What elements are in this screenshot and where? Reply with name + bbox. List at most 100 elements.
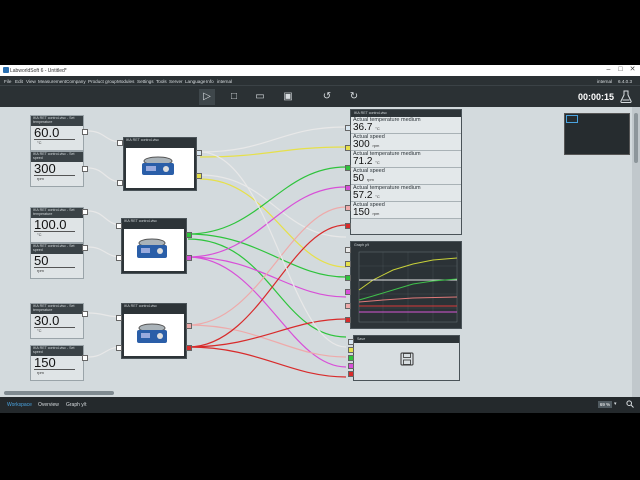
device-node-3[interactable]: IKA RET control-visc — [121, 303, 187, 359]
menu-company[interactable]: Company — [66, 79, 86, 84]
minimap[interactable] — [564, 113, 630, 155]
input-port[interactable] — [345, 145, 351, 151]
input-port[interactable] — [345, 125, 351, 131]
menu-file[interactable]: File — [4, 79, 11, 84]
output-port[interactable] — [82, 245, 88, 251]
workspace-canvas[interactable]: IKA RET control-visc - Set temperature 6… — [0, 107, 632, 397]
set-value[interactable]: 300 — [31, 162, 83, 175]
redo-button[interactable]: ↻ — [346, 89, 362, 105]
input-port[interactable] — [345, 165, 351, 171]
menu-view[interactable]: View — [26, 79, 36, 84]
input-port[interactable] — [117, 140, 123, 146]
flask-icon[interactable] — [620, 90, 632, 103]
set-temperature-node-2[interactable]: IKA RET control-visc - Set temperature 1… — [30, 207, 84, 243]
output-port[interactable] — [196, 173, 202, 179]
input-port[interactable] — [345, 185, 351, 191]
vertical-scrollbar[interactable] — [632, 107, 640, 397]
measurement-panel[interactable]: IKA RET control-visc Actual temperature … — [350, 109, 462, 235]
measurement-row: Actual temperature medium 36.7 °C — [351, 117, 461, 134]
set-temperature-node-1[interactable]: IKA RET control-visc - Set temperature 6… — [30, 115, 84, 151]
save-panel[interactable]: Save — [353, 335, 460, 381]
device-node-2[interactable]: IKA RET control-visc — [121, 218, 187, 274]
measurement-value: 300 — [353, 139, 370, 150]
output-port[interactable] — [186, 345, 192, 351]
node-title: IKA RET control-visc — [124, 304, 157, 308]
measurement-value: 57.2 — [353, 190, 373, 201]
set-value[interactable]: 150 — [31, 356, 83, 369]
output-port[interactable] — [196, 150, 202, 156]
output-port[interactable] — [82, 355, 88, 361]
output-port[interactable] — [186, 323, 192, 329]
menu-language[interactable]: Language — [185, 79, 205, 84]
input-port[interactable] — [116, 223, 122, 229]
input-port[interactable] — [345, 303, 351, 309]
floppy-disk-icon[interactable] — [400, 352, 414, 366]
input-port[interactable] — [116, 255, 122, 261]
measurement-unit: °C — [375, 160, 380, 165]
minimize-icon[interactable]: – — [604, 66, 613, 74]
play-button[interactable]: ▷ — [199, 89, 215, 105]
input-port[interactable] — [345, 261, 351, 267]
menu-measurement[interactable]: Measurement — [38, 79, 66, 84]
tab-workspace[interactable]: Workspace — [7, 402, 32, 408]
input-port[interactable] — [348, 363, 354, 369]
hotplate-stirrer-image — [124, 314, 184, 356]
menu-product-group[interactable]: Product group — [88, 79, 117, 84]
input-port[interactable] — [116, 315, 122, 321]
menu-settings[interactable]: Settings — [137, 79, 154, 84]
output-port[interactable] — [82, 129, 88, 135]
set-value[interactable]: 30.0 — [31, 314, 83, 327]
undo-button[interactable]: ↺ — [319, 89, 335, 105]
input-port[interactable] — [117, 180, 123, 186]
menu-info[interactable]: Info — [206, 79, 214, 84]
close-icon[interactable]: ✕ — [628, 66, 637, 74]
menu-tools[interactable]: Tools — [156, 79, 167, 84]
toolbar: ▷ □ ▭ ▣ ↺ ↻ 00:00:15 — [0, 85, 640, 108]
set-speed-node-1[interactable]: IKA RET control-visc - Set speed 300 rpm — [30, 151, 84, 187]
chevron-down-icon[interactable]: ▾ — [614, 401, 617, 407]
input-port[interactable] — [345, 223, 351, 229]
output-port[interactable] — [186, 255, 192, 261]
graph-panel[interactable]: Graph y/t — [350, 241, 462, 329]
set-temperature-node-3[interactable]: IKA RET control-visc - Set temperature 3… — [30, 303, 84, 339]
tab-graph[interactable]: Graph y/t — [66, 402, 87, 408]
measurement-row: Actual speed 150 rpm — [351, 202, 461, 219]
input-port[interactable] — [345, 275, 351, 281]
output-port[interactable] — [82, 166, 88, 172]
set-speed-node-3[interactable]: IKA RET control-visc - Set speed 150 rpm — [30, 345, 84, 381]
input-port[interactable] — [345, 289, 351, 295]
zoom-level[interactable]: 69 % — [598, 401, 612, 408]
save-button[interactable]: ▣ — [280, 89, 296, 105]
input-port[interactable] — [345, 247, 351, 253]
set-value[interactable]: 100.0 — [31, 218, 83, 231]
stop-button[interactable]: □ — [226, 89, 242, 105]
output-port[interactable] — [82, 311, 88, 317]
node-title: IKA RET control-visc — [126, 138, 159, 142]
input-port[interactable] — [345, 317, 351, 323]
device-node-1[interactable]: IKA RET control-visc — [123, 137, 197, 191]
scrollbar-thumb[interactable] — [634, 113, 638, 163]
input-port[interactable] — [116, 345, 122, 351]
measurement-row: Actual speed 50 rpm — [351, 168, 461, 185]
input-port[interactable] — [348, 347, 354, 353]
set-value[interactable]: 50 — [31, 254, 83, 267]
set-speed-node-2[interactable]: IKA RET control-visc - Set speed 50 rpm — [30, 243, 84, 279]
connection-wires — [87, 126, 347, 378]
menu-edit[interactable]: Edit — [15, 79, 23, 84]
search-icon[interactable] — [626, 400, 634, 408]
horizontal-scrollbar[interactable] — [4, 391, 114, 395]
menu-server[interactable]: Server — [169, 79, 183, 84]
maximize-icon[interactable]: □ — [616, 66, 625, 74]
tab-overview[interactable]: Overview — [38, 402, 59, 408]
input-port[interactable] — [345, 205, 351, 211]
minimap-viewport[interactable] — [566, 115, 578, 123]
menu-internal[interactable]: internal — [217, 79, 232, 84]
output-port[interactable] — [186, 232, 192, 238]
menu-modules[interactable]: Modules — [117, 79, 134, 84]
set-value[interactable]: 60.0 — [31, 126, 83, 139]
open-button[interactable]: ▭ — [252, 89, 268, 105]
input-port[interactable] — [348, 339, 354, 345]
input-port[interactable] — [348, 371, 354, 377]
output-port[interactable] — [82, 209, 88, 215]
input-port[interactable] — [348, 355, 354, 361]
